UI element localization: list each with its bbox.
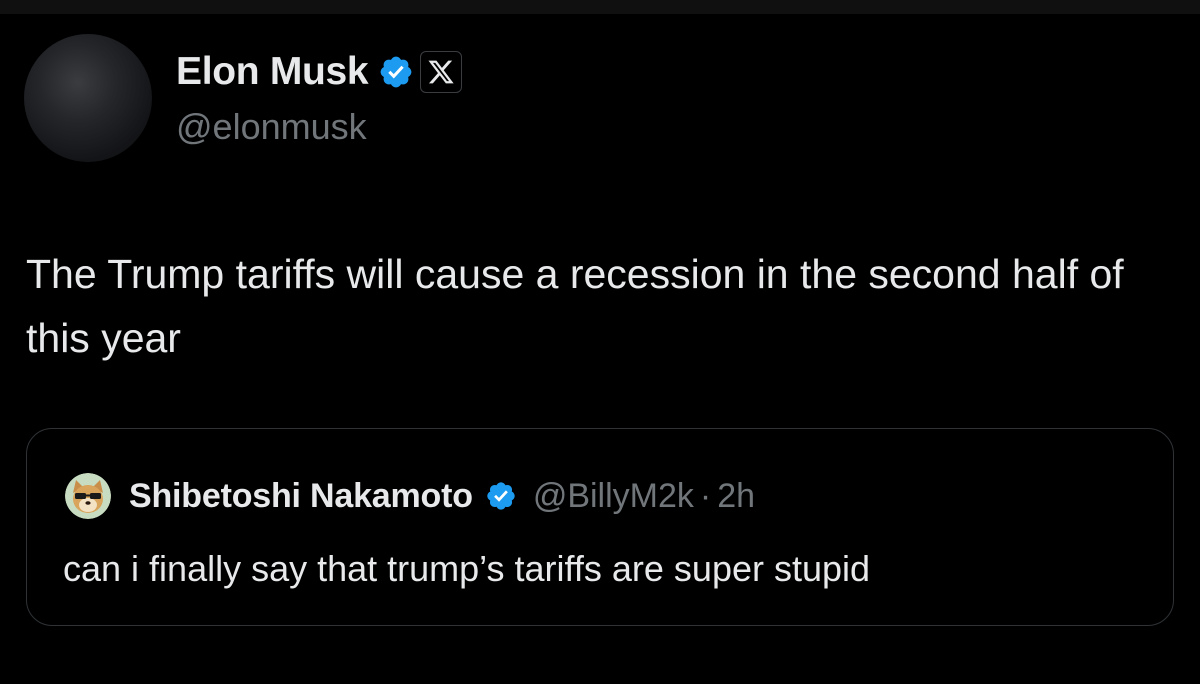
x-affiliate-badge[interactable]	[420, 51, 463, 93]
quoted-tweet-header: Shibetoshi Nakamoto @BillyM2k · 2h	[65, 473, 755, 519]
quoted-author-name[interactable]: Shibetoshi Nakamoto	[129, 477, 473, 516]
tweet: Elon Musk @elonmusk The Trump tariffs wi…	[0, 14, 1200, 684]
author-handle[interactable]: @elonmusk	[176, 106, 367, 148]
quoted-tweet-text: can i finally say that trump’s tariffs a…	[63, 548, 871, 589]
separator-dot: ·	[699, 476, 712, 515]
quoted-tweet-card[interactable]: Shibetoshi Nakamoto @BillyM2k · 2h can i…	[26, 428, 1174, 626]
x-logo-icon	[428, 60, 454, 84]
author-name-row: Elon Musk	[176, 50, 463, 94]
shiba-dog-avatar-icon	[65, 473, 111, 519]
author-display-name[interactable]: Elon Musk	[176, 50, 369, 94]
quoted-author-avatar[interactable]	[65, 473, 111, 519]
quoted-verified-badge-icon	[487, 482, 515, 510]
quoted-timestamp[interactable]: 2h	[717, 477, 755, 516]
tweet-text: The Trump tariffs will cause a recession…	[26, 251, 1124, 361]
verified-badge-icon	[380, 56, 412, 88]
top-edge-strip	[0, 0, 1200, 14]
quoted-author-handle[interactable]: @BillyM2k	[533, 477, 694, 516]
author-avatar[interactable]	[24, 34, 152, 162]
